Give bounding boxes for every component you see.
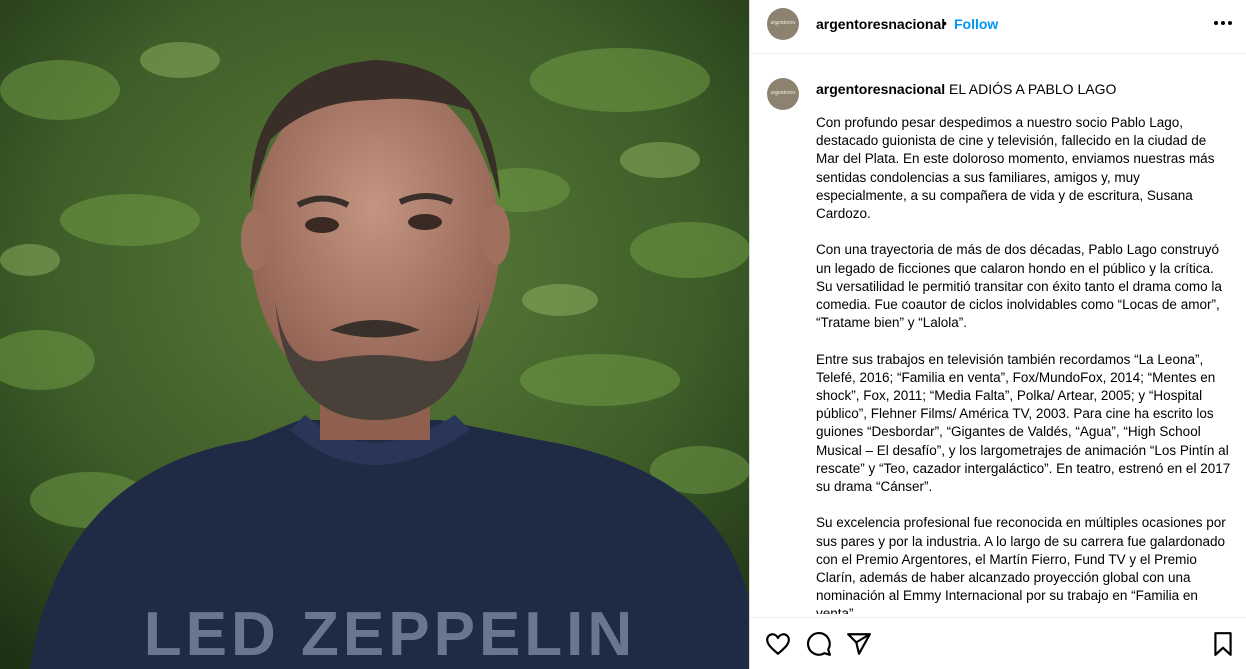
caption-paragraph: Con profundo pesar despedimos a nuestro … bbox=[816, 115, 1215, 222]
caption-avatar[interactable]: argentores bbox=[767, 78, 799, 110]
caption-avatar-logo-text: argentores bbox=[770, 90, 796, 96]
bookmark-icon[interactable] bbox=[1210, 631, 1236, 657]
comment-icon[interactable] bbox=[806, 631, 832, 657]
caption-heading: argentoresnacional EL ADIÓS A PABLO LAGO bbox=[816, 80, 1226, 98]
avatar-logo-text: argentores bbox=[770, 20, 796, 26]
separator-dot: • bbox=[942, 15, 947, 31]
follow-button[interactable]: Follow bbox=[954, 16, 998, 32]
heart-icon[interactable] bbox=[765, 631, 791, 657]
caption-username[interactable]: argentoresnacional bbox=[816, 81, 945, 97]
more-options-icon[interactable] bbox=[1212, 12, 1234, 34]
header-username[interactable]: argentoresnacional bbox=[816, 16, 945, 32]
post-header: argentores argentoresnacional • Follow bbox=[750, 0, 1246, 54]
caption-paragraph: Con una trayectoria de más de dos década… bbox=[816, 242, 1222, 331]
caption-paragraph: Su excelencia profesional fue reconocida… bbox=[816, 515, 1226, 614]
caption-paragraph: Entre sus trabajos en televisión también… bbox=[816, 351, 1231, 495]
caption-title: EL ADIÓS A PABLO LAGO bbox=[949, 81, 1117, 97]
share-icon[interactable] bbox=[846, 631, 872, 657]
portrait-photo: LED ZEPPELIN bbox=[0, 0, 749, 669]
post-details-panel: argentores argentoresnacional • Follow a… bbox=[749, 0, 1246, 669]
caption-body: Con profundo pesar despedimos a nuestro … bbox=[816, 114, 1232, 614]
post-image[interactable]: LED ZEPPELIN bbox=[0, 0, 749, 669]
avatar[interactable]: argentores bbox=[767, 8, 799, 40]
action-bar bbox=[750, 617, 1246, 669]
shirt-print: LED ZEPPELIN bbox=[144, 600, 636, 669]
